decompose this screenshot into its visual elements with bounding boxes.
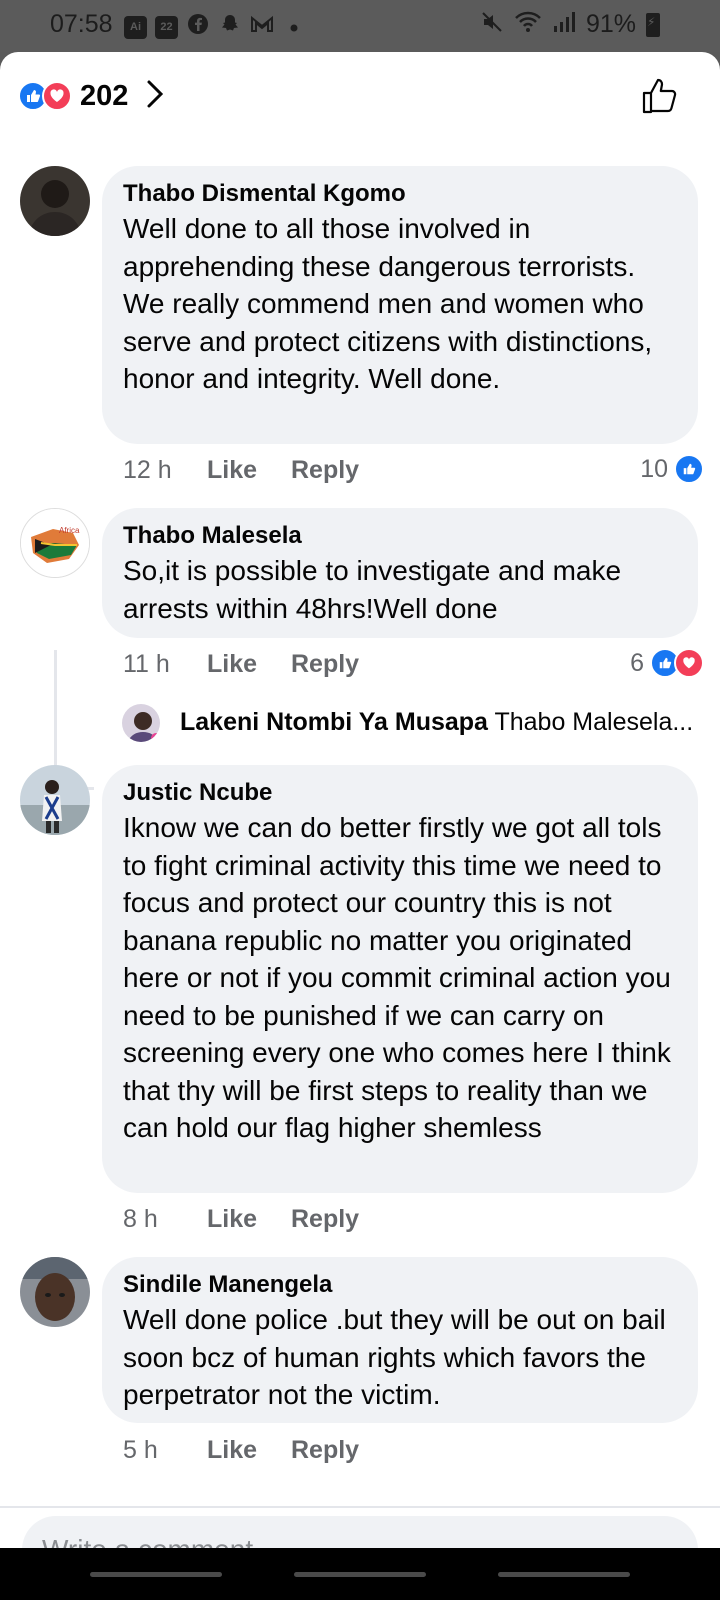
reply-author: Lakeni Ntombi Ya Musapa	[180, 708, 488, 736]
facebook-icon	[186, 13, 210, 41]
reply-text: Thabo Malesela...	[494, 708, 694, 736]
comment-text: Well done police .but they will be out o…	[123, 1304, 666, 1410]
comment-actions: 12 h Like Reply	[123, 456, 359, 485]
comment-bubble: Justic Ncube Iknow we can do better firs…	[102, 765, 698, 1193]
battery-percent: 91%	[585, 10, 636, 38]
reply-avatar[interactable]	[120, 702, 162, 744]
battery-charging-icon	[646, 12, 660, 37]
comment-text: Iknow we can do better firstly we got al…	[123, 812, 671, 1143]
avatar[interactable]	[20, 166, 90, 236]
avatar[interactable]	[20, 765, 90, 835]
dot-icon	[282, 16, 306, 39]
like-link[interactable]: Like	[207, 1205, 291, 1234]
comment-actions: 8 h Like Reply	[123, 1205, 359, 1234]
mute-icon	[480, 10, 504, 39]
gmail-icon	[250, 14, 274, 40]
love-reaction-icon	[674, 648, 704, 678]
comment-actions: 11 h Like Reply	[123, 650, 359, 679]
ai-app-icon: Ai	[124, 15, 147, 39]
system-status: 91%	[480, 10, 660, 39]
like-link[interactable]: Like	[207, 1436, 291, 1465]
nav-home[interactable]	[294, 1572, 426, 1577]
reply-preview[interactable]: Lakeni Ntombi Ya Musapa Thabo Malesela..…	[180, 708, 693, 737]
wifi-icon	[514, 10, 542, 39]
reply-link[interactable]: Reply	[291, 456, 359, 485]
comment-text: Well done to all those involved in appre…	[123, 213, 653, 394]
comment-reactions[interactable]: 10	[640, 454, 704, 484]
comment-time: 8 h	[123, 1205, 158, 1233]
avatar[interactable]	[20, 1257, 90, 1327]
reaction-count: 10	[640, 454, 668, 483]
status-time: 07:58	[50, 10, 113, 38]
nav-recent-apps[interactable]	[90, 1572, 222, 1577]
comment-reactions[interactable]: 6	[630, 648, 704, 678]
comment-actions: 5 h Like Reply	[123, 1436, 359, 1465]
love-reaction-icon	[42, 81, 72, 111]
avatar[interactable]: Africa	[20, 508, 90, 578]
reply-link[interactable]: Reply	[291, 650, 359, 679]
snapchat-icon	[218, 13, 242, 41]
comment-author[interactable]: Thabo Malesela	[123, 520, 678, 552]
chevron-right-icon[interactable]	[146, 79, 164, 114]
comment-time: 12 h	[123, 456, 172, 484]
comment-bubble: Sindile Manengela Well done police .but …	[102, 1257, 698, 1423]
reaction-count: 202	[80, 79, 129, 112]
like-link[interactable]: Like	[207, 456, 291, 485]
signal-icon	[552, 10, 576, 39]
comment-time: 5 h	[123, 1436, 158, 1464]
like-post-button[interactable]	[640, 76, 680, 121]
svg-text:Africa: Africa	[59, 526, 80, 535]
comment-author[interactable]: Justic Ncube	[123, 777, 678, 809]
calendar-22-icon: 22	[155, 15, 178, 39]
like-reaction-icon	[674, 454, 704, 484]
navigation-bar	[0, 1548, 720, 1600]
reply-link[interactable]: Reply	[291, 1205, 359, 1234]
thumbs-up-icon	[642, 78, 677, 114]
comment-time: 11 h	[123, 650, 170, 678]
nav-back[interactable]	[498, 1572, 630, 1577]
status-bar: 07:58 Ai 22 91%	[0, 0, 720, 52]
comment-author[interactable]: Thabo Dismental Kgomo	[123, 178, 678, 210]
notification-icons: Ai 22	[124, 13, 306, 41]
comments-sheet: 202 Thabo Dismental Kgomo Well done to a…	[0, 52, 720, 1600]
reaction-count: 6	[630, 648, 644, 677]
comment-bubble: Thabo Dismental Kgomo Well done to all t…	[102, 166, 698, 444]
comment-author[interactable]: Sindile Manengela	[123, 1269, 678, 1301]
reactions-summary-header[interactable]: 202	[18, 76, 164, 116]
like-link[interactable]: Like	[207, 650, 291, 679]
comment-bubble: Thabo Malesela So,it is possible to inve…	[102, 508, 698, 638]
reply-link[interactable]: Reply	[291, 1436, 359, 1465]
comment-text: So,it is possible to investigate and mak…	[123, 555, 622, 624]
